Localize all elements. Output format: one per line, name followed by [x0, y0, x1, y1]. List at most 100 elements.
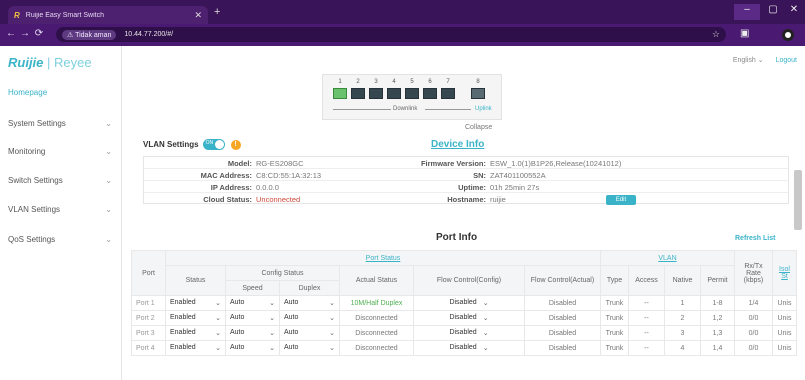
sidebar-item-system-settings[interactable]: System Settings ⌄ — [8, 115, 116, 131]
flow-control-select[interactable]: Disabled ⌄ — [413, 325, 525, 341]
language-select[interactable]: English ⌄ — [733, 57, 764, 64]
sidebar-item-qos-settings[interactable]: QoS Settings ⌄ — [8, 231, 116, 247]
chevron-down-icon: ⌄ — [215, 315, 221, 322]
col-native: Native — [664, 265, 701, 296]
model-field: Model: RG-ES208GC — [227, 159, 304, 168]
close-tab-icon[interactable]: ✕ — [194, 10, 202, 21]
bookmark-star-icon[interactable]: ☆ — [712, 29, 720, 40]
uplink-label: Uplink — [475, 106, 492, 112]
sidebar-item-switch-settings[interactable]: Switch Settings ⌄ — [8, 172, 116, 188]
sidebar-item-vlan-settings[interactable]: VLAN Settings ⌄ — [8, 201, 116, 217]
vlan-type: Trunk — [600, 310, 629, 326]
rx-tx-rate: 0/0 — [734, 325, 773, 341]
isolation-status: Unis — [772, 295, 797, 311]
port-7-icon[interactable] — [441, 88, 455, 99]
port-name: Port 3 — [131, 325, 166, 341]
table-row: Port 4 Enabled ⌄ Auto ⌄ Auto ⌄ Disconnected Disa… — [131, 340, 797, 356]
chevron-down-icon: ⌄ — [105, 175, 112, 185]
sidebar-item-monitoring[interactable]: Monitoring ⌄ — [8, 143, 116, 159]
vlan-access: -- — [628, 295, 665, 311]
rx-tx-rate: 0/0 — [734, 310, 773, 326]
tab-title: Ruijie Easy Smart Switch — [25, 11, 104, 19]
vlan-settings-toggle[interactable]: ON — [202, 139, 225, 150]
speed-select[interactable]: Auto ⌄ — [225, 310, 280, 326]
chevron-down-icon: ⌄ — [329, 330, 335, 337]
port-5-icon[interactable] — [405, 88, 419, 99]
logout-link[interactable]: Logout — [776, 57, 797, 64]
extensions-icon[interactable]: ▣ — [740, 28, 749, 39]
device-info-table: Model: RG-ES208GC MAC Address: C8:CD:55:1A… — [143, 156, 789, 205]
duplex-select[interactable]: Auto ⌄ — [279, 340, 340, 356]
port-number: 8 — [476, 79, 480, 85]
port-6-icon[interactable] — [423, 88, 437, 99]
status-select[interactable]: Enabled ⌄ — [165, 295, 226, 311]
port-info-table: Port Port Status VLAN Rx/Tx Rate (kbps) … — [131, 250, 797, 356]
vlan-native: 1 — [664, 295, 701, 311]
rx-tx-rate: 0/0 — [734, 340, 773, 356]
port-status-group[interactable]: Port Status — [165, 250, 601, 266]
col-isolation[interactable]: Isol St — [772, 250, 797, 296]
col-port: Port — [131, 250, 166, 296]
status-select[interactable]: Enabled ⌄ — [165, 340, 226, 356]
speed-select[interactable]: Auto ⌄ — [225, 325, 280, 341]
refresh-list-link[interactable]: Refresh List — [735, 235, 775, 242]
status-select[interactable]: Enabled ⌄ — [165, 325, 226, 341]
port-4-icon[interactable] — [387, 88, 401, 99]
chevron-down-icon: ⌄ — [482, 330, 489, 337]
uptime-field: Uptime: 01h 25min 27s — [458, 183, 540, 192]
speed-select[interactable]: Auto ⌄ — [225, 340, 280, 356]
collapse-link[interactable]: Collapse — [465, 124, 492, 131]
url-field[interactable]: ⚠ Tidak aman 10.44.77.200/#/ ☆ — [56, 27, 726, 42]
vlan-native: 3 — [664, 325, 701, 341]
close-window-icon[interactable]: ✕ — [781, 4, 805, 20]
actual-status: Disconnected — [339, 340, 414, 356]
address-bar: ← → ⟳ ⚠ Tidak aman 10.44.77.200/#/ ☆ ▣ — [0, 24, 805, 46]
page-scrollbar[interactable] — [794, 170, 802, 230]
isolation-status: Unis — [772, 310, 797, 326]
port-2-icon[interactable] — [351, 88, 365, 99]
not-secure-badge[interactable]: ⚠ Tidak aman — [62, 29, 117, 40]
info-icon[interactable]: ! — [230, 139, 241, 150]
port-number: 3 — [374, 79, 378, 85]
vlan-native: 4 — [664, 340, 701, 356]
duplex-select[interactable]: Auto ⌄ — [279, 310, 340, 326]
chevron-down-icon: ⌄ — [215, 330, 221, 337]
header-actions: English ⌄ Logout — [733, 56, 797, 64]
edit-hostname-button[interactable]: Edit — [606, 195, 636, 205]
actual-status: Disconnected — [339, 325, 414, 341]
reload-icon[interactable]: ⟳ — [32, 28, 46, 39]
browser-tab[interactable]: R Ruijie Easy Smart Switch ✕ — [8, 6, 208, 24]
profile-avatar[interactable] — [782, 29, 794, 41]
cloud-status-field: Cloud Status: Unconnected — [203, 195, 301, 204]
status-select[interactable]: Enabled ⌄ — [165, 310, 226, 326]
chevron-down-icon: ⌄ — [329, 345, 335, 352]
port-number: 1 — [338, 79, 342, 85]
new-tab-icon[interactable]: + — [214, 6, 220, 18]
vlan-type: Trunk — [600, 295, 629, 311]
vlan-group[interactable]: VLAN — [600, 250, 735, 266]
speed-select[interactable]: Auto ⌄ — [225, 295, 280, 311]
vlan-permit: 1,3 — [700, 325, 735, 341]
ruijie-favicon-icon: R — [14, 10, 20, 20]
port-number: 2 — [356, 79, 360, 85]
divider — [333, 109, 391, 110]
port-8-icon[interactable] — [471, 88, 485, 99]
sidebar-item-homepage[interactable]: Homepage — [8, 84, 116, 100]
flow-control-select[interactable]: Disabled ⌄ — [413, 310, 525, 326]
downlink-label: Downlink — [393, 106, 418, 112]
chevron-down-icon: ⌄ — [105, 146, 112, 156]
port-1-icon[interactable] — [333, 88, 347, 99]
chevron-down-icon: ⌄ — [329, 315, 335, 322]
col-type: Type — [600, 265, 629, 296]
forward-icon[interactable]: → — [18, 28, 32, 39]
port-number: 6 — [428, 79, 432, 85]
flow-control-select[interactable]: Disabled ⌄ — [413, 295, 525, 311]
port-3-icon[interactable] — [369, 88, 383, 99]
chevron-down-icon: ⌄ — [215, 300, 221, 307]
back-icon[interactable]: ← — [4, 28, 18, 39]
duplex-select[interactable]: Auto ⌄ — [279, 325, 340, 341]
duplex-select[interactable]: Auto ⌄ — [279, 295, 340, 311]
flow-control-select[interactable]: Disabled ⌄ — [413, 340, 525, 356]
minimize-icon[interactable]: – — [734, 4, 760, 20]
col-config-status: Config Status — [225, 265, 340, 281]
